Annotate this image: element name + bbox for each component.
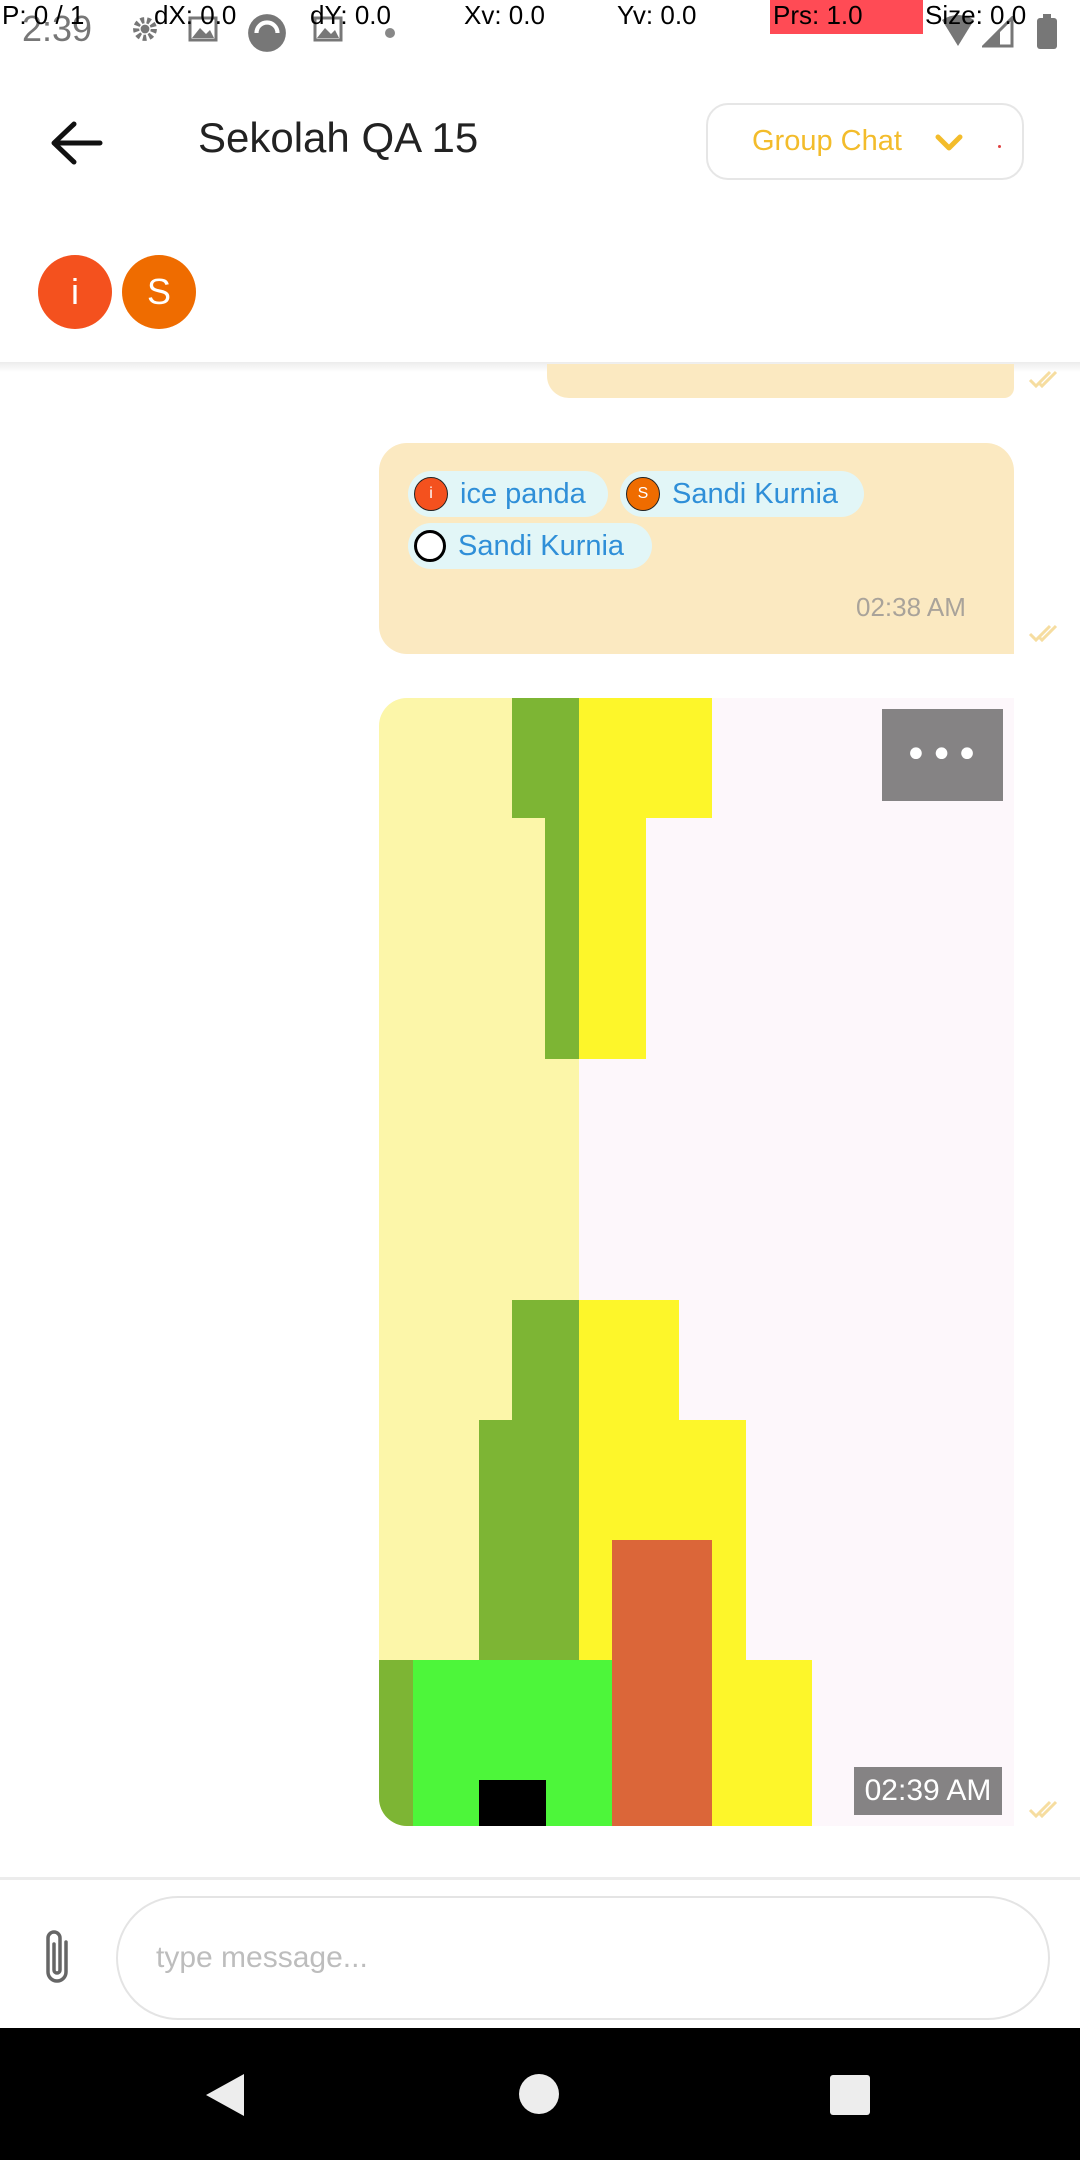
mention-avatar: i bbox=[414, 477, 448, 511]
chat-type-dropdown[interactable]: Group Chat bbox=[706, 103, 1024, 180]
more-options-button[interactable]: ••• bbox=[882, 709, 1003, 801]
debug-yv: Yv: 0.0 bbox=[617, 0, 697, 30]
debug-xv: Xv: 0.0 bbox=[464, 0, 545, 30]
avatar-initial: i bbox=[71, 271, 79, 312]
nav-back-icon[interactable] bbox=[204, 2072, 246, 2118]
dropdown-label: Group Chat bbox=[752, 125, 902, 157]
shared-image bbox=[379, 698, 1014, 1826]
composer-divider bbox=[0, 1877, 1080, 1880]
read-ticks-icon bbox=[1028, 624, 1058, 643]
message-time: 02:38 AM bbox=[856, 592, 966, 622]
page-title: Sekolah QA 15 bbox=[198, 114, 479, 161]
participant-avatar[interactable]: S bbox=[122, 255, 196, 329]
previous-message-bubble[interactable] bbox=[547, 364, 1014, 398]
mention-chip[interactable]: Sandi Kurnia bbox=[408, 523, 652, 569]
mention-label: Sandi Kurnia bbox=[672, 477, 839, 510]
read-ticks-icon bbox=[1028, 370, 1058, 389]
message-input[interactable] bbox=[116, 1896, 1050, 2020]
debug-dy: dY: 0.0 bbox=[310, 0, 391, 30]
debug-size: Size: 0.0 bbox=[925, 0, 1027, 30]
participant-avatar[interactable]: i bbox=[38, 255, 112, 329]
avatar-initial: S bbox=[146, 271, 171, 312]
read-ticks-icon bbox=[1028, 1800, 1058, 1819]
debug-prs: Prs: 1.0 bbox=[773, 0, 863, 30]
mention-avatar bbox=[414, 530, 446, 562]
mention-chip[interactable]: i ice panda bbox=[408, 471, 608, 517]
mention-label: ice panda bbox=[460, 477, 586, 510]
chevron-down-icon bbox=[935, 134, 963, 151]
sync-icon bbox=[248, 14, 286, 52]
mention-avatar: S bbox=[626, 477, 660, 511]
nav-home-icon[interactable] bbox=[518, 2073, 560, 2115]
mention-label: Sandi Kurnia bbox=[458, 529, 625, 562]
debug-dx: dX: 0.0 bbox=[154, 0, 237, 30]
nav-recents-icon[interactable] bbox=[829, 2074, 871, 2116]
battery-icon bbox=[1037, 14, 1057, 49]
mention-chip[interactable]: S Sandi Kurnia bbox=[620, 471, 864, 517]
image-message[interactable] bbox=[379, 698, 1014, 1826]
paperclip-icon[interactable] bbox=[38, 1926, 78, 1990]
dropdown-dot bbox=[998, 145, 1001, 148]
arrow-left-icon[interactable] bbox=[48, 118, 104, 168]
debug-pointer: P: 0 / 1 bbox=[2, 0, 85, 30]
image-message-time: 02:39 AM bbox=[854, 1767, 1002, 1815]
